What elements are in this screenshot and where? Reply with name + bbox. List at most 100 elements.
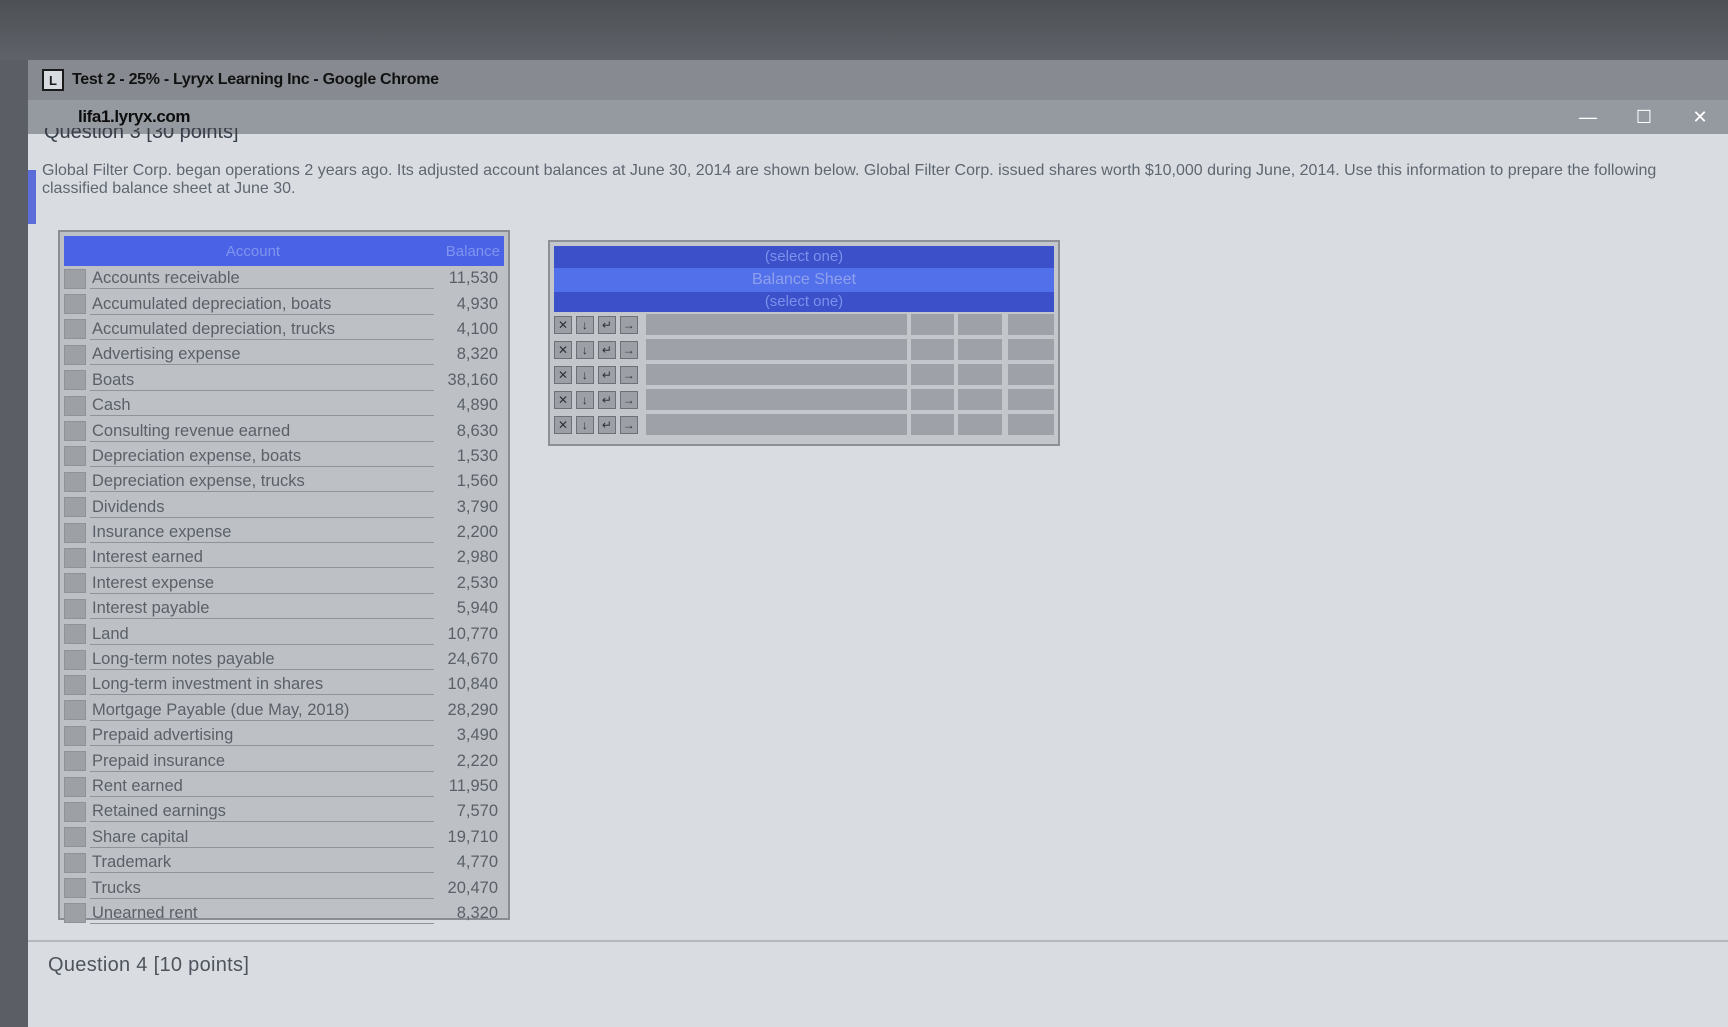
account-drag-handle[interactable] [64,598,86,619]
url-text[interactable]: lifa1.lyryx.com [78,107,191,127]
account-drag-handle[interactable] [64,801,86,822]
account-drag-handle[interactable] [64,319,86,340]
amount-cell-3[interactable] [1008,414,1055,435]
account-drag-handle[interactable] [64,471,86,492]
account-drag-handle[interactable] [64,421,86,442]
account-drag-handle[interactable] [64,573,86,594]
account-row[interactable]: Trademark 4,770 [64,850,504,875]
account-row[interactable]: Insurance expense 2,200 [64,520,504,545]
account-row[interactable]: Interest payable 5,940 [64,596,504,621]
insert-below-icon[interactable]: ↓ [575,415,594,434]
amount-cell-1[interactable] [910,414,955,435]
amount-cell-2[interactable] [958,389,1003,410]
account-drag-handle[interactable] [64,725,86,746]
account-row[interactable]: Prepaid insurance 2,220 [64,748,504,773]
line-item-description-cell[interactable] [645,314,907,335]
insert-line-icon[interactable]: ↵ [597,415,616,434]
delete-row-icon[interactable]: ✕ [554,315,572,334]
insert-below-icon[interactable]: ↓ [575,340,594,359]
close-button[interactable]: ✕ [1672,100,1728,134]
amount-cell-1[interactable] [910,314,955,335]
line-item-description-cell[interactable] [645,339,907,360]
account-row[interactable]: Share capital 19,710 [64,825,504,850]
account-row[interactable]: Long-term investment in shares 10,840 [64,672,504,697]
account-drag-handle[interactable] [64,268,86,289]
account-row[interactable]: Long-term notes payable 24,670 [64,647,504,672]
account-drag-handle[interactable] [64,547,86,568]
line-item-description-cell[interactable] [645,389,907,410]
delete-row-icon[interactable]: ✕ [554,340,572,359]
address-bar[interactable]: lifa1.lyryx.com [28,100,1728,134]
account-row[interactable]: Boats 38,160 [64,368,504,393]
account-row[interactable]: Accounts receivable 11,530 [64,266,504,291]
amount-cell-1[interactable] [910,364,955,385]
account-row[interactable]: Retained earnings 7,570 [64,799,504,824]
account-row[interactable]: Accumulated depreciation, boats 4,930 [64,291,504,316]
maximize-button[interactable]: ☐ [1616,100,1672,134]
account-row[interactable]: Consulting revenue earned 8,630 [64,418,504,443]
account-drag-handle[interactable] [64,497,86,518]
account-row[interactable]: Advertising expense 8,320 [64,342,504,367]
account-row[interactable]: Prepaid advertising 3,490 [64,723,504,748]
account-drag-handle[interactable] [64,395,86,416]
amount-cell-1[interactable] [910,389,955,410]
account-drag-handle[interactable] [64,624,86,645]
company-select[interactable]: (select one) [554,246,1054,268]
account-row[interactable]: Mortgage Payable (due May, 2018) 28,290 [64,698,504,723]
account-row[interactable]: Depreciation expense, trucks 1,560 [64,469,504,494]
account-row[interactable]: Rent earned 11,950 [64,774,504,799]
account-row[interactable]: Dividends 3,790 [64,495,504,520]
account-balance: 10,770 [447,624,498,643]
insert-below-icon[interactable]: ↓ [575,390,594,409]
account-drag-handle[interactable] [64,370,86,391]
delete-row-icon[interactable]: ✕ [554,415,572,434]
insert-line-icon[interactable]: ↵ [597,390,616,409]
account-drag-handle[interactable] [64,294,86,315]
account-row[interactable]: Interest expense 2,530 [64,571,504,596]
insert-line-icon[interactable]: ↵ [597,365,616,384]
account-drag-handle[interactable] [64,751,86,772]
account-drag-handle[interactable] [64,827,86,848]
account-row[interactable]: Unearned rent 8,320 [64,901,504,926]
account-row[interactable]: Interest earned 2,980 [64,545,504,570]
amount-cell-3[interactable] [1008,339,1055,360]
indent-icon[interactable]: → [619,340,638,359]
account-drag-handle[interactable] [64,344,86,365]
indent-icon[interactable]: → [619,365,638,384]
date-select[interactable]: (select one) [554,292,1054,312]
account-drag-handle[interactable] [64,674,86,695]
amount-cell-3[interactable] [1008,364,1055,385]
insert-line-icon[interactable]: ↵ [597,340,616,359]
account-drag-handle[interactable] [64,700,86,721]
account-drag-handle[interactable] [64,649,86,670]
minimize-button[interactable]: — [1560,100,1616,134]
delete-row-icon[interactable]: ✕ [554,390,572,409]
account-row[interactable]: Accumulated depreciation, trucks 4,100 [64,317,504,342]
insert-line-icon[interactable]: ↵ [597,315,616,334]
account-drag-handle[interactable] [64,852,86,873]
account-drag-handle[interactable] [64,776,86,797]
account-row[interactable]: Land 10,770 [64,621,504,646]
account-row[interactable]: Trucks 20,470 [64,875,504,900]
amount-cell-2[interactable] [958,364,1003,385]
amount-cell-3[interactable] [1008,389,1055,410]
amount-cell-2[interactable] [958,339,1003,360]
account-drag-handle[interactable] [64,522,86,543]
account-drag-handle[interactable] [64,878,86,899]
account-row[interactable]: Cash 4,890 [64,393,504,418]
line-item-description-cell[interactable] [645,364,907,385]
amount-cell-2[interactable] [958,414,1003,435]
amount-cell-3[interactable] [1008,314,1055,335]
account-drag-handle[interactable] [64,903,86,924]
insert-below-icon[interactable]: ↓ [575,315,594,334]
indent-icon[interactable]: → [619,315,638,334]
account-row[interactable]: Depreciation expense, boats 1,530 [64,444,504,469]
line-item-description-cell[interactable] [645,414,907,435]
indent-icon[interactable]: → [619,390,638,409]
delete-row-icon[interactable]: ✕ [554,365,572,384]
indent-icon[interactable]: → [619,415,638,434]
insert-below-icon[interactable]: ↓ [575,365,594,384]
account-drag-handle[interactable] [64,446,86,467]
amount-cell-1[interactable] [910,339,955,360]
amount-cell-2[interactable] [958,314,1003,335]
